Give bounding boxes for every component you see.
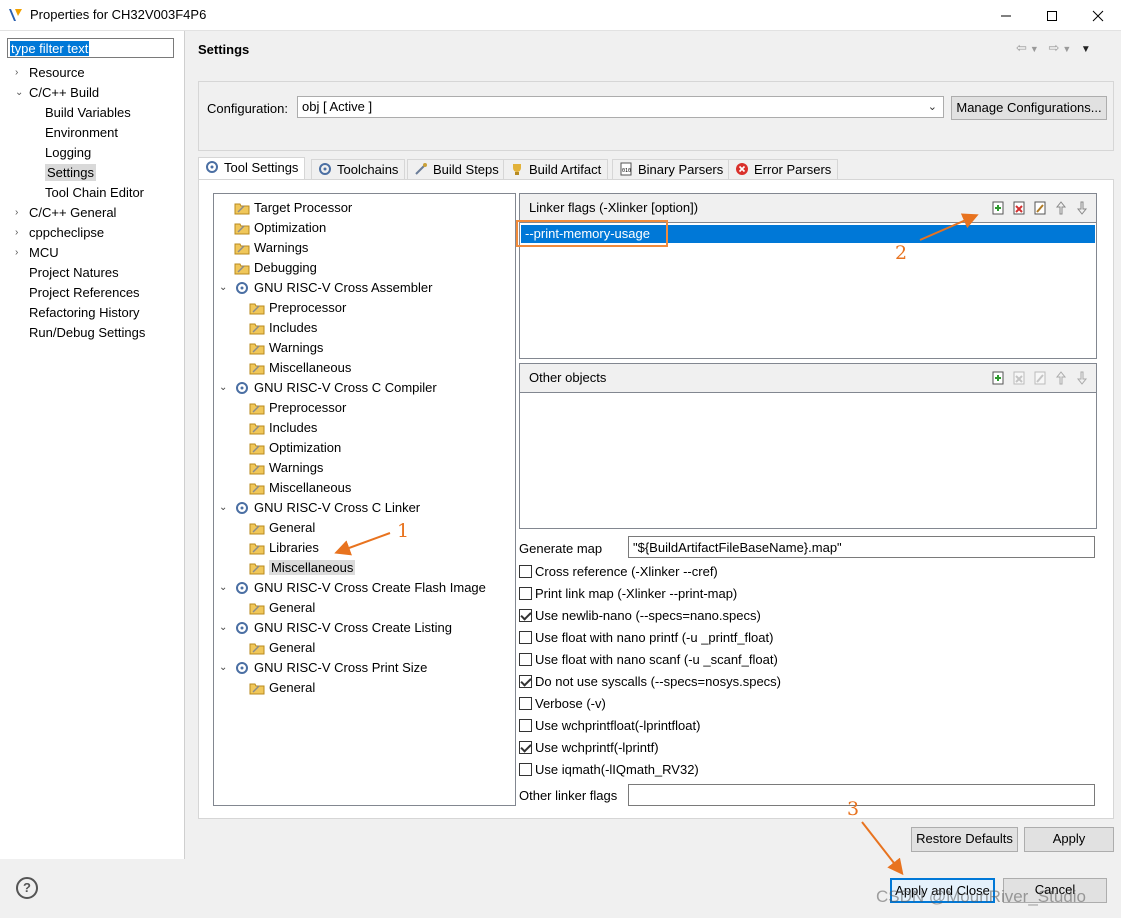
annotation-arrows — [334, 213, 979, 876]
annotation-arrow — [334, 532, 391, 556]
annotation-arrow — [861, 821, 904, 876]
annotation-arrow — [919, 213, 979, 241]
